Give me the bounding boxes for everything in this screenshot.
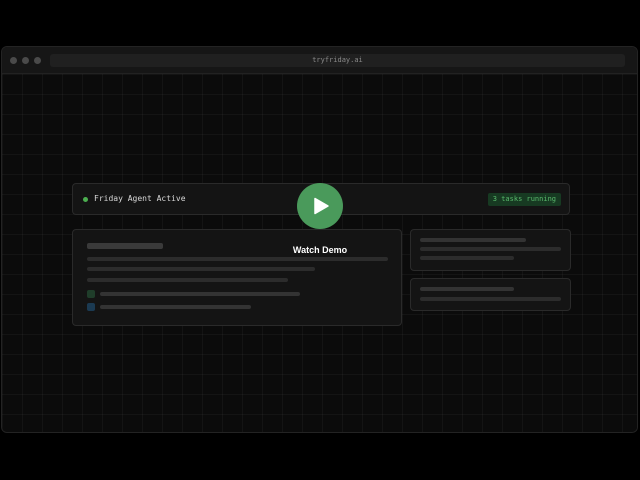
browser-window: tryfriday.ai Friday Agent Active 3 tasks…: [1, 46, 638, 433]
skeleton-text-line: [87, 267, 315, 271]
skeleton-text-line: [420, 256, 514, 260]
active-status-dot: [83, 197, 88, 202]
skeleton-checkbox-label: [100, 305, 251, 309]
watch-demo-label[interactable]: Watch Demo: [270, 244, 370, 256]
skeleton-checkbox-label: [100, 292, 300, 296]
side-card-skeleton: [410, 278, 571, 311]
skeleton-title-line: [420, 287, 514, 291]
skeleton-title-line: [87, 243, 163, 249]
watch-demo-play-button[interactable]: [297, 183, 343, 229]
play-icon: [314, 197, 329, 215]
skeleton-text-line: [420, 247, 561, 251]
address-bar[interactable]: tryfriday.ai: [50, 54, 625, 67]
skeleton-checkbox-green: [87, 290, 95, 298]
side-card-skeleton: [410, 229, 571, 271]
browser-titlebar: tryfriday.ai: [2, 47, 637, 74]
skeleton-title-line: [420, 238, 526, 242]
window-close-dot[interactable]: [10, 57, 17, 64]
skeleton-text-line: [87, 257, 388, 261]
window-minimize-dot[interactable]: [22, 57, 29, 64]
tasks-running-badge: 3 tasks running: [487, 193, 561, 206]
skeleton-text-line: [87, 278, 288, 282]
skeleton-text-line: [420, 297, 561, 301]
skeleton-checkbox-blue: [87, 303, 95, 311]
agent-status-label: Friday Agent Active: [94, 194, 186, 203]
window-maximize-dot[interactable]: [34, 57, 41, 64]
